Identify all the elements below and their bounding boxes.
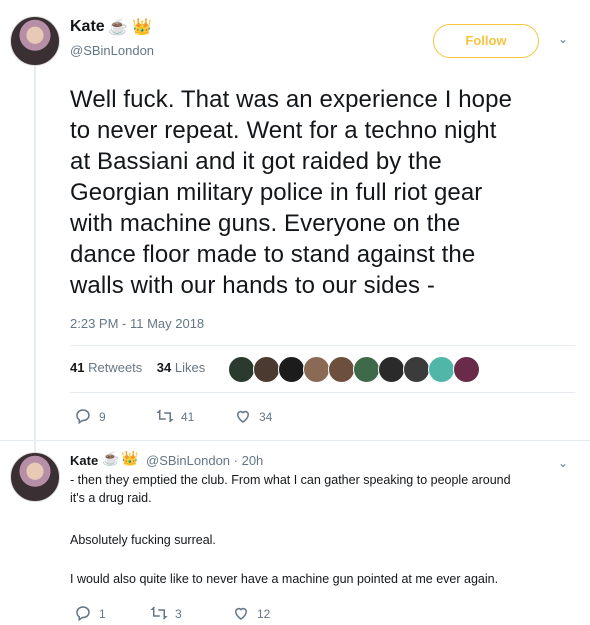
retweet-count: 3 [175, 607, 182, 621]
follow-button[interactable]: Follow [433, 24, 539, 58]
retweets-count[interactable]: 41 [70, 360, 84, 375]
crown-emoji-icon: 👑 [121, 450, 139, 466]
likes-label[interactable]: Likes [175, 360, 205, 375]
coffee-emoji-icon: ☕ [108, 19, 128, 36]
reply-icon [76, 606, 90, 622]
reply-text-line: - then they emptied the club. From what … [70, 473, 511, 487]
liker-avatar[interactable] [328, 356, 355, 383]
liker-avatar[interactable] [303, 356, 330, 383]
tweet-text-line: Georgian military police in full riot ge… [70, 179, 483, 206]
liker-avatar[interactable] [278, 356, 305, 383]
tweet-text: Well fuck. That was an experience I hope… [70, 84, 570, 301]
author-name[interactable]: Kate [70, 18, 105, 36]
liker-avatar[interactable] [378, 356, 405, 383]
reply-text-line: it's a drug raid. [70, 491, 152, 505]
reply-handle-time[interactable]: @SBinLondon · 20h [146, 453, 263, 468]
like-count: 12 [257, 607, 271, 621]
divider [0, 440, 590, 441]
timestamp[interactable]: 2:23 PM - 11 May 2018 [70, 316, 204, 331]
crown-emoji-icon: 👑 [132, 19, 152, 36]
retweet-count: 41 [181, 410, 195, 424]
thread-connector [34, 62, 36, 452]
like-count: 34 [259, 410, 273, 424]
reply-text-line: I would also quite like to never have a … [70, 572, 499, 586]
reply-avatar[interactable] [10, 452, 60, 502]
reply-count: 9 [99, 410, 106, 424]
reply-author-name[interactable]: Kate [70, 453, 98, 468]
divider [70, 345, 575, 346]
retweets-label[interactable]: Retweets [88, 360, 142, 375]
avatar[interactable] [10, 16, 60, 66]
tweet-text-line: Well fuck. That was an experience I hope [70, 86, 513, 113]
more-options-chevron-icon[interactable]: ⌄ [558, 32, 568, 46]
likes-count[interactable]: 34 [157, 360, 171, 375]
tweet-text-line: at Bassiani and it got raided by the [70, 148, 442, 175]
tweet-text-line: to never repeat. Went for a techno night [70, 117, 497, 144]
heart-icon [234, 607, 248, 620]
tweet-text-line: dance floor made to stand against the [70, 241, 476, 268]
reply-count: 1 [99, 607, 106, 621]
divider [70, 392, 575, 393]
retweet-icon [156, 409, 174, 423]
liker-avatar[interactable] [353, 356, 380, 383]
retweet-icon [150, 606, 168, 620]
liker-avatar[interactable] [253, 356, 280, 383]
liker-avatar[interactable] [403, 356, 430, 383]
more-options-chevron-icon[interactable]: ⌄ [558, 456, 568, 470]
heart-icon [236, 410, 250, 423]
engagement-stats: 41 Retweets 34 Likes [70, 360, 205, 375]
author-handle[interactable]: @SBinLondon [70, 43, 154, 58]
coffee-emoji-icon: ☕ [102, 450, 120, 466]
reply-icon [76, 409, 90, 425]
liker-avatar[interactable] [453, 356, 480, 383]
liker-avatar[interactable] [228, 356, 255, 383]
tweet-text-line: with machine guns. Everyone on the [70, 210, 461, 237]
liker-avatar[interactable] [428, 356, 455, 383]
reply-text-line: Absolutely fucking surreal. [70, 533, 216, 547]
tweet-text-line: walls with our hands to our sides - [70, 272, 435, 299]
